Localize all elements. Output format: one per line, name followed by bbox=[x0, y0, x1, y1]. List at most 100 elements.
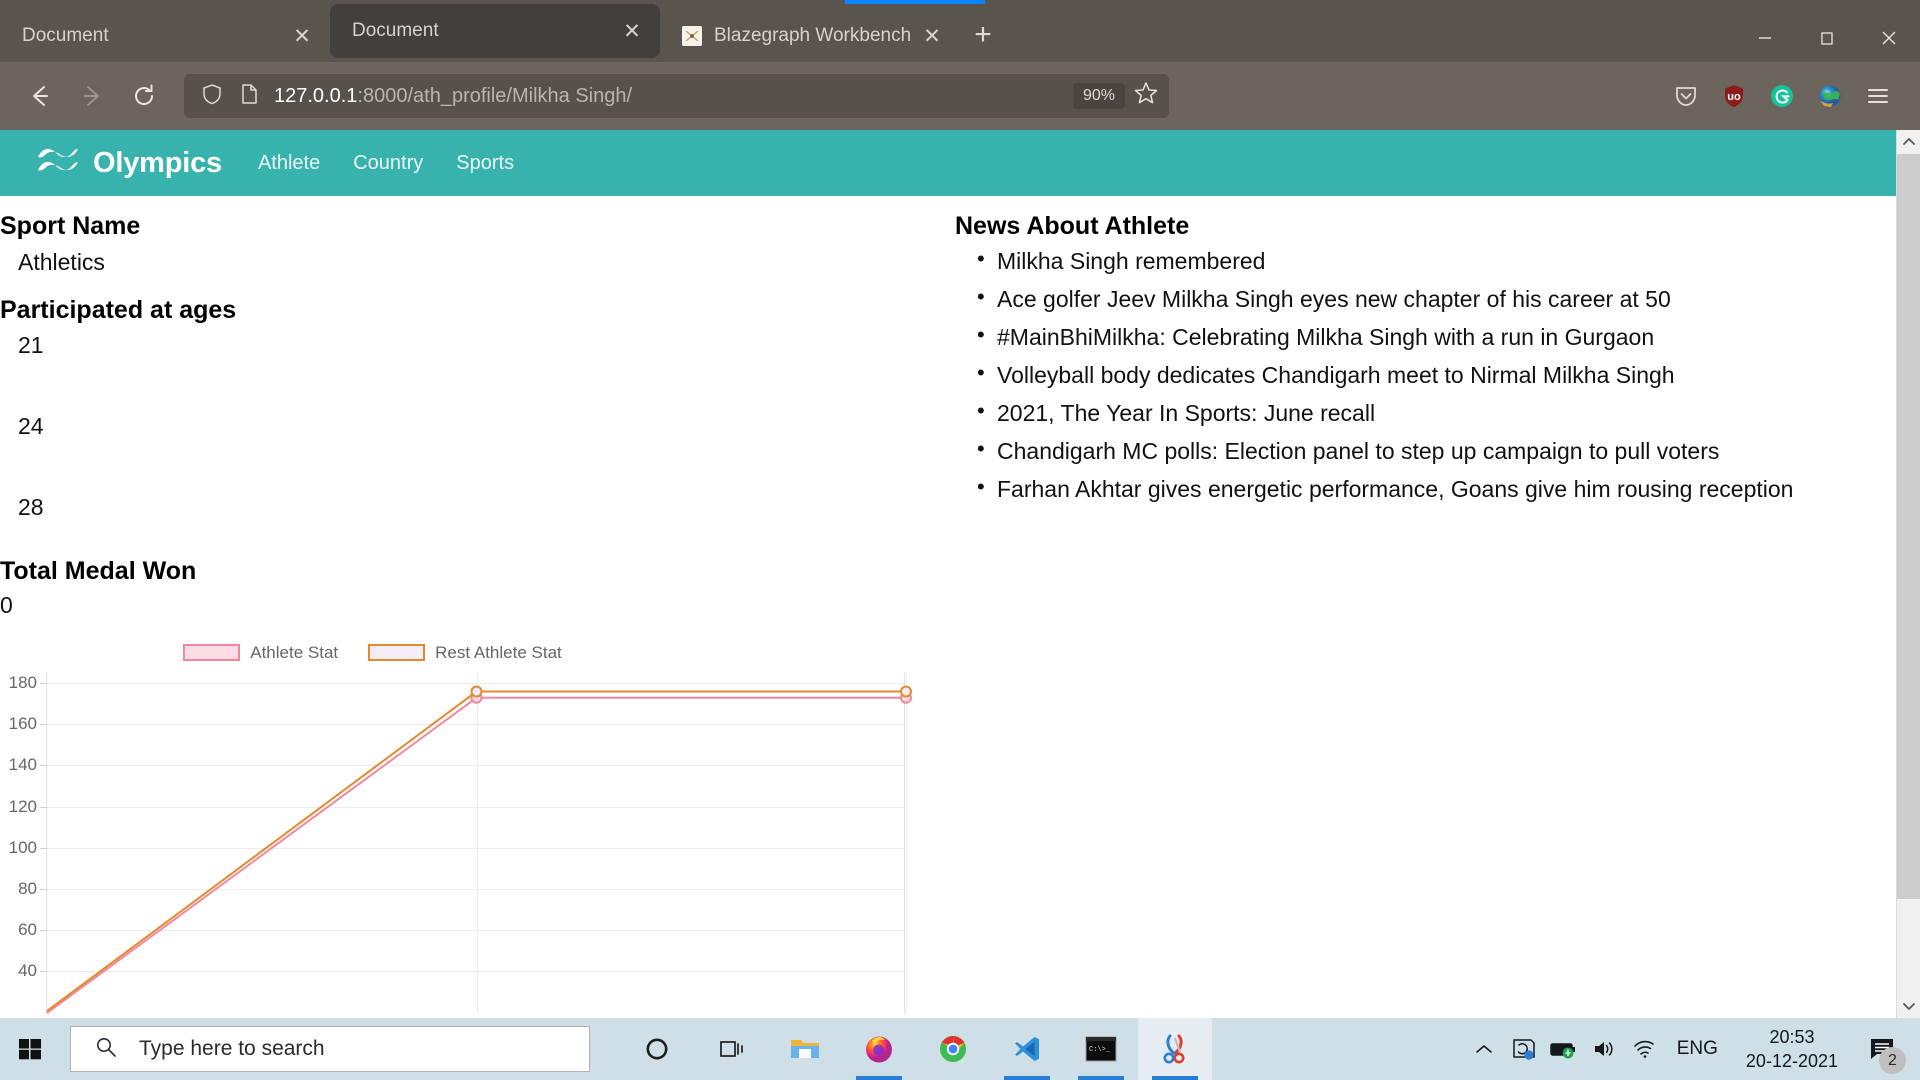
globe-icon[interactable] bbox=[1808, 74, 1852, 118]
legend-label: Rest Athlete Stat bbox=[435, 642, 562, 662]
firefox-icon[interactable] bbox=[842, 1018, 916, 1080]
news-list-item: Farhan Akhtar gives energetic performanc… bbox=[977, 474, 1896, 503]
chart-y-tick-label: 120 bbox=[8, 796, 37, 816]
legend-label: Athlete Stat bbox=[250, 642, 339, 662]
blazegraph-icon bbox=[682, 26, 702, 46]
browser-tab-3[interactable]: Blazegraph Workbench ✕ bbox=[660, 10, 960, 62]
chart-tick-mark bbox=[40, 724, 47, 726]
snipping-tool-icon[interactable] bbox=[1138, 1018, 1212, 1080]
content-columns: Sport Name Athletics Participated at age… bbox=[0, 196, 1896, 1014]
chart-data-point[interactable] bbox=[900, 685, 912, 698]
news-list-item: #MainBhiMilkha: Celebrating Milkha Singh… bbox=[977, 322, 1896, 351]
tab-close-icon[interactable]: ✕ bbox=[288, 22, 316, 50]
chevron-up-icon[interactable] bbox=[1465, 1018, 1503, 1080]
close-button[interactable] bbox=[1858, 18, 1920, 58]
sport-name-label: Sport Name bbox=[0, 212, 141, 240]
cortana-icon[interactable] bbox=[620, 1018, 694, 1080]
wave-logo-icon bbox=[36, 145, 80, 182]
onedrive-sync-icon[interactable] bbox=[1505, 1018, 1543, 1080]
battery-icon[interactable] bbox=[1545, 1018, 1583, 1080]
tab-close-icon[interactable]: ✕ bbox=[918, 22, 946, 50]
tab-accent-bar bbox=[845, 0, 985, 4]
clock-date: 20-12-2021 bbox=[1745, 1051, 1838, 1071]
nav-link-sports[interactable]: Sports bbox=[456, 152, 514, 175]
page-viewport: Olympics Athlete Country Sports Sport Na… bbox=[0, 130, 1920, 1018]
search-icon bbox=[95, 1036, 117, 1063]
chart-y-tick-label: 160 bbox=[8, 714, 37, 734]
page-scrollbar[interactable] bbox=[1896, 130, 1920, 1018]
news-list-item: 2021, The Year In Sports: June recall bbox=[977, 398, 1896, 427]
scrollbar-thumb[interactable] bbox=[1897, 154, 1920, 899]
command-prompt-icon[interactable]: C:\>_ bbox=[1064, 1018, 1138, 1080]
tab-strip: Document ✕ Document ✕ Blazegraph Workben… bbox=[0, 0, 1920, 62]
pocket-icon[interactable] bbox=[1664, 74, 1708, 118]
chart-tick-mark bbox=[40, 930, 47, 932]
taskbar-search-placeholder: Type here to search bbox=[139, 1037, 325, 1060]
news-list-item: Ace golfer Jeev Milkha Singh eyes new ch… bbox=[977, 284, 1896, 313]
browser-tab-2-active[interactable]: Document ✕ bbox=[330, 4, 660, 58]
legend-swatch bbox=[183, 644, 241, 662]
language-indicator[interactable]: ENG bbox=[1665, 1038, 1730, 1060]
chart-y-tick-label: 180 bbox=[8, 672, 37, 692]
minimize-button[interactable] bbox=[1734, 18, 1796, 58]
legend-item-rest-athlete-stat[interactable]: Rest Athlete Stat bbox=[368, 643, 562, 663]
zoom-level-indicator[interactable]: 90% bbox=[1072, 83, 1125, 109]
nav-link-country[interactable]: Country bbox=[353, 152, 423, 175]
forward-arrow-icon[interactable] bbox=[66, 70, 118, 122]
taskbar-pinned-apps: C:\>_ bbox=[620, 1018, 1212, 1080]
window-controls bbox=[1734, 0, 1920, 62]
notification-count-badge: 2 bbox=[1879, 1047, 1906, 1074]
legend-swatch bbox=[368, 644, 426, 662]
task-view-icon[interactable] bbox=[694, 1018, 768, 1080]
back-arrow-icon[interactable] bbox=[14, 70, 66, 122]
tab-close-icon[interactable]: ✕ bbox=[618, 17, 646, 45]
scroll-down-icon[interactable] bbox=[1897, 994, 1920, 1018]
reload-icon[interactable] bbox=[118, 70, 170, 122]
shield-icon[interactable] bbox=[200, 82, 224, 111]
total-medal-label: Total Medal Won bbox=[0, 557, 197, 586]
site-brand[interactable]: Olympics bbox=[36, 145, 222, 182]
participated-age-item: 24 bbox=[18, 413, 44, 440]
url-text[interactable]: 127.0.0.1:8000/ath_profile/Milkha Singh/ bbox=[274, 85, 1073, 108]
chart-tick-mark bbox=[40, 806, 47, 808]
vscode-icon[interactable] bbox=[990, 1018, 1064, 1080]
athlete-details-column: Sport Name Athletics Participated at age… bbox=[0, 210, 955, 1014]
extension-toolbar: uo bbox=[1664, 74, 1906, 118]
taskbar-clock[interactable]: 20:53 20-12-2021 bbox=[1732, 1025, 1852, 1074]
athlete-stat-chart: Athlete Stat Rest Athlete Stat 180 160 140… bbox=[0, 643, 912, 1014]
chrome-icon[interactable] bbox=[916, 1018, 990, 1080]
address-bar[interactable]: 127.0.0.1:8000/ath_profile/Milkha Singh/… bbox=[184, 74, 1169, 118]
scroll-up-icon[interactable] bbox=[1897, 130, 1920, 154]
chart-data-point[interactable] bbox=[470, 685, 483, 698]
grammarly-icon[interactable] bbox=[1760, 74, 1804, 118]
notifications-icon[interactable]: 2 bbox=[1854, 1018, 1910, 1080]
browser-tab-1[interactable]: Document ✕ bbox=[0, 10, 330, 62]
tab-title: Document bbox=[352, 20, 439, 41]
new-tab-button[interactable]: + bbox=[960, 12, 1006, 58]
news-heading: News About Athlete bbox=[955, 212, 1190, 240]
maximize-button[interactable] bbox=[1796, 18, 1858, 58]
chart-line-series-1 bbox=[46, 696, 906, 1014]
windows-start-icon[interactable] bbox=[0, 1018, 60, 1080]
nav-link-athlete[interactable]: Athlete bbox=[258, 152, 320, 175]
file-explorer-icon[interactable] bbox=[768, 1018, 842, 1080]
chart-tick-mark bbox=[40, 889, 47, 891]
taskbar-search-box[interactable]: Type here to search bbox=[70, 1026, 590, 1072]
star-icon[interactable] bbox=[1133, 80, 1159, 113]
svg-text:C:\>_: C:\>_ bbox=[1089, 1046, 1111, 1054]
page-icon[interactable] bbox=[238, 83, 260, 110]
news-list-item: Milkha Singh remembered bbox=[977, 245, 1896, 275]
news-list-item: Volleyball body dedicates Chandigarh mee… bbox=[977, 360, 1896, 389]
wifi-icon[interactable] bbox=[1625, 1018, 1663, 1080]
chart-y-tick-label: 140 bbox=[8, 755, 37, 775]
hamburger-menu-icon[interactable] bbox=[1856, 74, 1900, 118]
chart-series-layer bbox=[46, 685, 912, 1014]
chart-y-tick-label: 80 bbox=[18, 879, 37, 899]
volume-icon[interactable] bbox=[1585, 1018, 1623, 1080]
sport-name-value: Athletics bbox=[18, 248, 105, 275]
legend-item-athlete-stat[interactable]: Athlete Stat bbox=[183, 643, 338, 663]
total-medal-value: 0 bbox=[0, 591, 13, 618]
chart-tick-mark bbox=[40, 765, 47, 767]
ublock-origin-icon[interactable]: uo bbox=[1712, 74, 1756, 118]
participated-ages-label: Participated at ages bbox=[0, 295, 237, 324]
